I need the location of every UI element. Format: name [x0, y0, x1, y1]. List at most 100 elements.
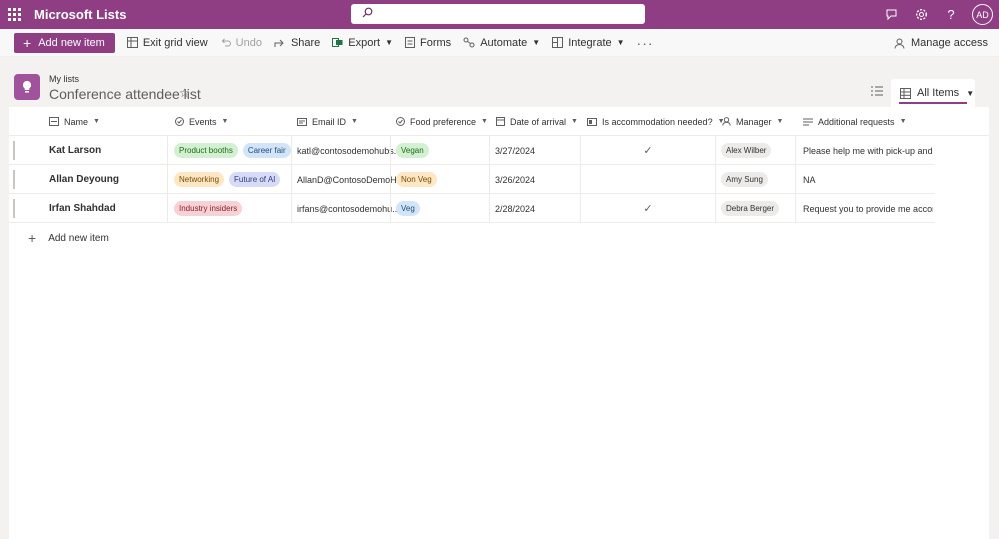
column-header-label: Additional requests	[818, 116, 895, 127]
column-header-label: Events	[189, 116, 217, 127]
export-button[interactable]: Export ▼	[326, 29, 399, 57]
breadcrumb[interactable]: My lists	[49, 74, 79, 84]
waffle-icon[interactable]	[0, 0, 28, 29]
chevron-down-icon: ▼	[532, 38, 541, 47]
food-pill: Veg	[396, 201, 420, 216]
accommodation-cell[interactable]: ✓	[581, 136, 715, 165]
add-new-item-row[interactable]: + Add new item	[28, 231, 109, 245]
gear-icon[interactable]	[906, 0, 936, 29]
chevron-down-icon: ▼	[93, 118, 100, 125]
star-icon[interactable]: ☆	[179, 86, 190, 100]
food-cell[interactable]: Non Veg	[396, 165, 442, 194]
name-cell[interactable]: Kat Larson	[49, 136, 101, 165]
column-header-date[interactable]: Date of arrival ▼	[496, 107, 578, 136]
plus-icon: +	[23, 34, 32, 51]
requests-cell[interactable]: Please help me with pick-up and dro...	[803, 136, 933, 165]
name-cell[interactable]: Allan Deyoung	[49, 165, 119, 194]
more-button[interactable]: ···	[631, 29, 660, 57]
email-cell[interactable]: AllanD@ContosoDemoH...	[297, 165, 404, 194]
events-cell[interactable]: Networking Future of AI	[174, 165, 285, 194]
date-cell[interactable]: 3/26/2024	[495, 165, 535, 194]
row-selector[interactable]	[13, 170, 15, 189]
column-header-requests[interactable]: Additional requests ▼	[803, 107, 907, 136]
chevron-down-icon: ▼	[351, 118, 358, 125]
chevron-down-icon: ▼	[966, 88, 975, 98]
email-cell[interactable]: irfans@contosodemohu...	[297, 194, 400, 223]
column-header-email[interactable]: Email ID ▼	[297, 107, 358, 136]
table-row[interactable]: Kat Larson Product booths Career fair ka…	[9, 136, 935, 165]
requests-cell[interactable]: Request you to provide me accomm...	[803, 194, 933, 223]
exit-grid-view-button[interactable]: Exit grid view	[121, 29, 214, 57]
share-label: Share	[290, 36, 321, 49]
feedback-icon[interactable]	[876, 0, 906, 29]
column-header-events[interactable]: Events ▼	[175, 107, 228, 136]
table-row[interactable]: Irfan Shahdad Industry insiders irfans@c…	[9, 194, 935, 223]
name-cell[interactable]: Irfan Shahdad	[49, 194, 116, 223]
event-pill: Future of AI	[229, 172, 281, 187]
table-icon	[900, 87, 911, 99]
food-cell[interactable]: Veg	[396, 194, 425, 223]
app-title[interactable]: Microsoft Lists	[34, 7, 126, 22]
manager-cell[interactable]: Debra Berger	[721, 194, 780, 223]
event-pill: Industry insiders	[174, 201, 243, 216]
automate-button[interactable]: Automate ▼	[457, 29, 546, 57]
forms-label: Forms	[420, 36, 452, 49]
event-pill: Career fair	[242, 143, 291, 158]
view-switch-icon[interactable]	[871, 86, 883, 100]
column-header-label: Food preference	[410, 116, 477, 127]
date-cell[interactable]: 3/27/2024	[495, 136, 535, 165]
person-icon	[894, 38, 905, 49]
forms-button[interactable]: Forms	[399, 29, 457, 57]
email-cell[interactable]: katl@contosodemohubs...	[297, 136, 401, 165]
share-button[interactable]: Share	[268, 29, 326, 57]
plus-icon: +	[28, 230, 37, 246]
column-header-label: Email ID	[312, 116, 347, 127]
chevron-down-icon: ▼	[481, 118, 488, 125]
row-selector[interactable]	[13, 199, 15, 218]
column-header-food[interactable]: Food preference ▼	[396, 107, 488, 136]
add-new-item-label: Add new item	[38, 36, 105, 49]
add-new-item-row-label: Add new item	[48, 232, 109, 244]
help-icon[interactable]: ?	[936, 0, 966, 29]
export-icon	[332, 37, 343, 48]
column-header-label: Name	[64, 116, 89, 127]
chevron-down-icon: ▼	[385, 38, 394, 47]
person-icon	[722, 117, 731, 126]
avatar[interactable]: AD	[972, 4, 993, 25]
table-row[interactable]: Allan Deyoung Networking Future of AI Al…	[9, 165, 935, 194]
calendar-icon	[496, 117, 505, 126]
person-pill: Alex Wilber	[721, 143, 772, 158]
column-header-label: Manager	[736, 116, 772, 127]
page-title: Conference attendee list	[49, 86, 201, 102]
undo-button[interactable]: Undo	[214, 29, 268, 57]
food-cell[interactable]: Vegan	[396, 136, 434, 165]
app-header: Microsoft Lists ? AD	[0, 0, 999, 29]
column-header-accommodation[interactable]: Is accommodation needed? ▼	[587, 107, 725, 136]
accommodation-cell[interactable]	[581, 165, 715, 194]
column-header-manager[interactable]: Manager ▼	[722, 107, 783, 136]
manager-cell[interactable]: Amy Sung	[721, 165, 768, 194]
events-cell[interactable]: Product booths Career fair	[174, 136, 296, 165]
column-header-name[interactable]: Name ▼	[49, 107, 100, 136]
command-bar: + Add new item Exit grid view Undo Share…	[0, 29, 999, 57]
view-tab-indicator	[899, 102, 967, 104]
date-cell[interactable]: 2/28/2024	[495, 194, 535, 223]
add-new-item-button[interactable]: + Add new item	[14, 32, 115, 53]
column-header-label: Date of arrival	[510, 116, 567, 127]
integrate-button[interactable]: Integrate ▼	[546, 29, 630, 57]
manage-access-button[interactable]: Manage access	[894, 29, 988, 57]
food-pill: Vegan	[396, 143, 429, 158]
events-cell[interactable]: Industry insiders	[174, 194, 247, 223]
choice-icon	[396, 117, 405, 126]
manager-cell[interactable]: Alex Wilber	[721, 136, 772, 165]
toggle-icon	[587, 117, 597, 126]
text-icon	[803, 118, 813, 126]
requests-cell[interactable]: NA	[803, 165, 933, 194]
accommodation-cell[interactable]: ✓	[581, 194, 715, 223]
automate-icon	[463, 37, 475, 48]
search-box[interactable]	[351, 4, 645, 24]
row-selector[interactable]	[13, 141, 15, 160]
food-pill: Non Veg	[396, 172, 437, 187]
forms-icon	[405, 37, 416, 48]
search-icon	[362, 7, 373, 21]
